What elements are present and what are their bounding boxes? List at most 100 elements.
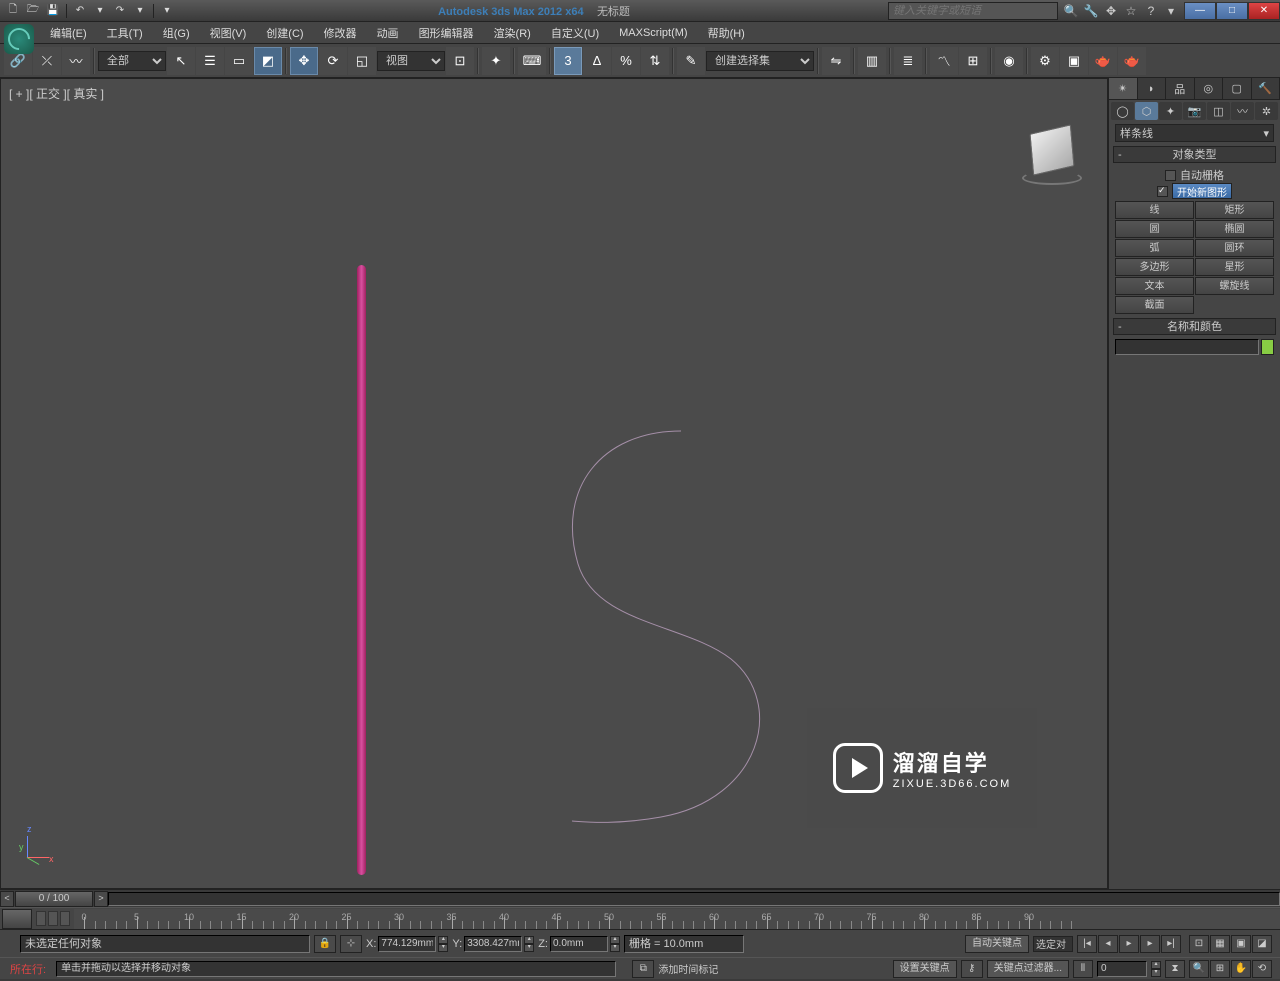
fov-icon[interactable]: ◪ (1252, 935, 1272, 953)
pan-icon[interactable]: ✋ (1231, 960, 1251, 978)
shape-donut-button[interactable]: 圆环 (1195, 239, 1274, 257)
select-region-rect-icon[interactable]: ▭ (225, 47, 253, 75)
tab-modify[interactable]: ◗ (1138, 78, 1167, 99)
scene-object-spline[interactable] (566, 429, 766, 829)
menu-group[interactable]: 组(G) (153, 22, 200, 43)
percent-snap-icon[interactable]: % (612, 47, 640, 75)
subtab-helpers[interactable]: ◫ (1207, 102, 1230, 120)
menu-tools[interactable]: 工具(T) (97, 22, 153, 43)
shape-line-button[interactable]: 线 (1115, 201, 1194, 219)
qat-open-icon[interactable]: 🗁 (24, 3, 42, 19)
zoom-extents-sel-icon[interactable]: ▣ (1231, 935, 1251, 953)
rollout-object-type[interactable]: -对象类型 (1113, 146, 1276, 163)
current-frame-input[interactable] (1097, 961, 1147, 977)
x-coord-input[interactable] (378, 936, 436, 952)
qat-redo-drop-icon[interactable]: ▾ (131, 3, 149, 19)
qat-undo-icon[interactable]: ↶ (71, 3, 89, 19)
menu-grapheditors[interactable]: 图形编辑器 (409, 22, 484, 43)
mirror-icon[interactable]: ⇋ (822, 47, 850, 75)
auto-key-button[interactable]: 自动关键点 (965, 935, 1029, 953)
use-pivot-icon[interactable]: ⊡ (446, 47, 474, 75)
timeslider-handle[interactable]: 0 / 100 (15, 891, 93, 907)
menu-rendering[interactable]: 渲染(R) (484, 22, 541, 43)
subtab-geometry[interactable]: ◯ (1111, 102, 1134, 120)
qat-save-icon[interactable]: 💾 (44, 3, 62, 19)
keymode-combo[interactable] (1033, 936, 1073, 952)
qat-more-icon[interactable]: ▾ (158, 3, 176, 19)
manipulate-icon[interactable]: ✦ (482, 47, 510, 75)
named-selection-combo[interactable]: 创建选择集 (706, 51, 814, 71)
align-icon[interactable]: ▥ (858, 47, 886, 75)
y-coord-input[interactable] (464, 936, 522, 952)
rotate-icon[interactable]: ⟳ (319, 47, 347, 75)
startnew-checkbox[interactable] (1157, 186, 1168, 197)
angle-snap-icon[interactable]: ∆ (583, 47, 611, 75)
zoom-all-icon[interactable]: ⊞ (1210, 960, 1230, 978)
exchange-icon[interactable]: ✥ (1102, 2, 1120, 20)
set-key-button[interactable]: 设置关键点 (893, 960, 957, 978)
object-color-swatch[interactable] (1261, 339, 1274, 355)
qat-redo-icon[interactable]: ↷ (111, 3, 129, 19)
frame-spinner[interactable]: ▴▾ (1151, 961, 1161, 977)
menu-maxscript[interactable]: MAXScript(M) (609, 22, 697, 43)
tab-motion[interactable]: ◎ (1195, 78, 1224, 99)
keyboard-shortcut-icon[interactable]: ⌨ (518, 47, 546, 75)
isolate-icon[interactable]: ⊡ (1189, 935, 1209, 953)
y-spinner[interactable]: ▴▾ (524, 936, 534, 952)
rollout-name-color[interactable]: -名称和颜色 (1113, 318, 1276, 335)
schematic-view-icon[interactable]: ⊞ (959, 47, 987, 75)
selection-filter-combo[interactable]: 全部 (98, 51, 166, 71)
edit-named-sel-icon[interactable]: ✎ (677, 47, 705, 75)
add-time-tag-label[interactable]: 添加时间标记 (658, 961, 718, 976)
bind-spacewarp-icon[interactable]: 〰 (62, 47, 90, 75)
ref-coord-combo[interactable]: 视图 (377, 51, 445, 71)
startnew-button[interactable]: 开始新图形 (1172, 183, 1232, 199)
menu-customize[interactable]: 自定义(U) (541, 22, 609, 43)
menu-help[interactable]: 帮助(H) (698, 22, 755, 43)
render-iterative-icon[interactable]: 🫖 (1118, 47, 1146, 75)
shape-ngon-button[interactable]: 多边形 (1115, 258, 1194, 276)
menu-animation[interactable]: 动画 (367, 22, 409, 43)
key-step-icon[interactable]: ⦀ (1073, 960, 1093, 978)
subtab-lights[interactable]: ✦ (1159, 102, 1182, 120)
favorite-icon[interactable]: ☆ (1122, 2, 1140, 20)
qat-new-icon[interactable]: 🗋 (4, 3, 22, 19)
z-spinner[interactable]: ▴▾ (610, 936, 620, 952)
adaptive-icon[interactable]: ▦ (1210, 935, 1230, 953)
tab-create[interactable]: ✴ (1109, 78, 1138, 99)
timeslider-next[interactable]: > (94, 891, 108, 907)
next-frame-icon[interactable]: ▸ (1140, 935, 1160, 953)
curve-editor-icon[interactable]: 〽 (930, 47, 958, 75)
tab-display[interactable]: ▢ (1223, 78, 1252, 99)
viewport-label[interactable]: [ + ][ 正交 ][ 真实 ] (9, 85, 104, 102)
menu-create[interactable]: 创建(C) (256, 22, 313, 43)
menu-views[interactable]: 视图(V) (200, 22, 257, 43)
orbit-icon[interactable]: ⟲ (1252, 960, 1272, 978)
tab-utilities[interactable]: 🔨 (1252, 78, 1280, 99)
time-ruler[interactable]: 051015202530354045505560657075808590 (74, 909, 1280, 929)
timeslider-track[interactable] (108, 892, 1280, 906)
shape-arc-button[interactable]: 弧 (1115, 239, 1194, 257)
shape-rectangle-button[interactable]: 矩形 (1195, 201, 1274, 219)
zoom-icon[interactable]: 🔍 (1189, 960, 1209, 978)
spinner-snap-icon[interactable]: ⇅ (641, 47, 669, 75)
goto-end-icon[interactable]: ▸| (1161, 935, 1181, 953)
app-menu-icon[interactable] (4, 24, 34, 54)
select-by-name-icon[interactable]: ☰ (196, 47, 224, 75)
viewcube[interactable] (1027, 129, 1077, 179)
layers-icon[interactable]: ≣ (894, 47, 922, 75)
qat-undo-drop-icon[interactable]: ▾ (91, 3, 109, 19)
lock-selection-icon[interactable]: 🔒 (314, 935, 336, 953)
tab-hierarchy[interactable]: 品 (1166, 78, 1195, 99)
help-drop-icon[interactable]: ▾ (1162, 2, 1180, 20)
move-icon[interactable]: ✥ (290, 47, 318, 75)
autogrid-checkbox[interactable] (1165, 170, 1176, 181)
coord-display-mode-icon[interactable]: ⊹ (340, 935, 362, 953)
shape-text-button[interactable]: 文本 (1115, 277, 1194, 295)
subtab-cameras[interactable]: 📷 (1183, 102, 1206, 120)
render-production-icon[interactable]: 🫖 (1089, 47, 1117, 75)
goto-start-icon[interactable]: |◂ (1077, 935, 1097, 953)
unlink-icon[interactable]: ⤫ (33, 47, 61, 75)
shape-section-button[interactable]: 截面 (1115, 296, 1194, 314)
key-filters-button[interactable]: 关键点过滤器... (987, 960, 1069, 978)
